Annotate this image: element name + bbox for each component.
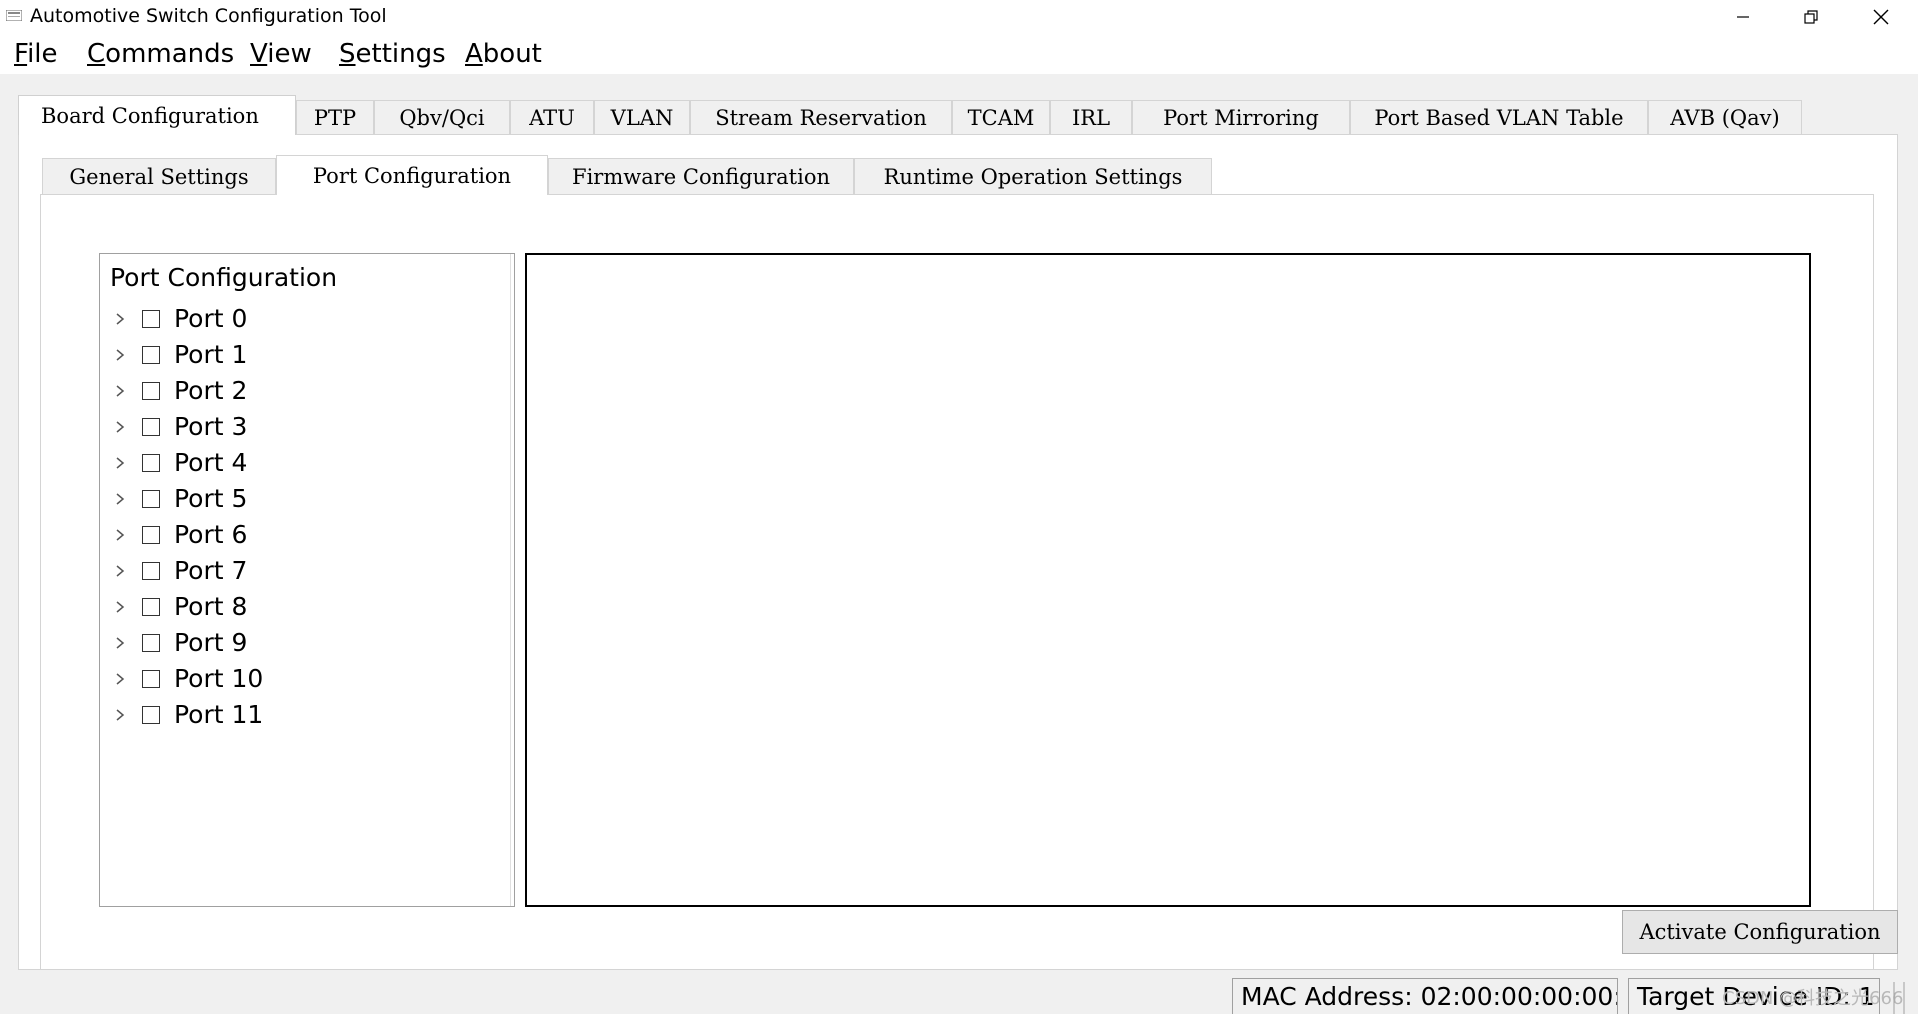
- tree-item-port-0[interactable]: Port 0: [110, 302, 247, 336]
- port-checkbox[interactable]: [142, 562, 160, 580]
- tree-item-port-6[interactable]: Port 6: [110, 518, 247, 552]
- port-label: Port 10: [174, 664, 264, 693]
- app-icon: [6, 10, 22, 21]
- tree-scrollbar-edge: [510, 254, 515, 906]
- tab-atu[interactable]: ATU: [510, 100, 594, 134]
- restore-button[interactable]: [1778, 0, 1844, 34]
- port-label: Port 6: [174, 520, 248, 549]
- tab-ptp[interactable]: PTP: [296, 100, 374, 134]
- tree-item-port-2[interactable]: Port 2: [110, 374, 247, 408]
- close-button[interactable]: [1848, 0, 1914, 34]
- tab-tcam[interactable]: TCAM: [952, 100, 1050, 134]
- port-checkbox[interactable]: [142, 454, 160, 472]
- tab-runtime-operation-settings[interactable]: Runtime Operation Settings: [854, 158, 1212, 194]
- close-icon: [1873, 9, 1889, 25]
- port-checkbox[interactable]: [142, 706, 160, 724]
- title-bar: Automotive Switch Configuration Tool: [0, 0, 1918, 34]
- menu-commands[interactable]: Commands: [87, 38, 234, 70]
- tab-vlan[interactable]: VLAN: [594, 100, 690, 134]
- tab-qbv-qci[interactable]: Qbv/Qci: [374, 100, 510, 134]
- port-checkbox[interactable]: [142, 526, 160, 544]
- tree-item-port-7[interactable]: Port 7: [110, 554, 247, 588]
- menu-settings[interactable]: Settings: [339, 38, 446, 70]
- mac-address-status: MAC Address: 02:00:00:00:00:01: [1232, 978, 1618, 1014]
- port-tree[interactable]: Port Configuration Port 0 Port 1 Port 2 Por…: [99, 253, 515, 907]
- port-label: Port 3: [174, 412, 248, 441]
- port-label: Port 1: [174, 340, 248, 369]
- port-label: Port 2: [174, 376, 248, 405]
- tab-port-configuration[interactable]: Port Configuration: [276, 155, 548, 195]
- tab-port-based-vlan-table[interactable]: Port Based VLAN Table: [1350, 100, 1648, 134]
- tab-firmware-configuration[interactable]: Firmware Configuration: [548, 158, 854, 194]
- chevron-right-icon[interactable]: [110, 381, 130, 401]
- tree-item-port-11[interactable]: Port 11: [110, 698, 263, 732]
- tab-port-mirroring[interactable]: Port Mirroring: [1132, 100, 1350, 134]
- minimize-icon: [1737, 16, 1749, 18]
- port-checkbox[interactable]: [142, 310, 160, 328]
- port-checkbox[interactable]: [142, 382, 160, 400]
- tree-item-port-9[interactable]: Port 9: [110, 626, 247, 660]
- port-detail-pane: [525, 253, 1811, 907]
- menu-bar: File Commands View Settings About: [0, 34, 1918, 74]
- chevron-right-icon[interactable]: [110, 453, 130, 473]
- tab-general-settings[interactable]: General Settings: [42, 158, 276, 194]
- port-checkbox[interactable]: [142, 670, 160, 688]
- chevron-right-icon[interactable]: [110, 633, 130, 653]
- chevron-right-icon[interactable]: [110, 705, 130, 725]
- tree-header: Port Configuration: [110, 263, 338, 292]
- minimize-button[interactable]: [1710, 0, 1776, 34]
- chevron-right-icon[interactable]: [110, 561, 130, 581]
- port-label: Port 5: [174, 484, 248, 513]
- port-checkbox[interactable]: [142, 418, 160, 436]
- chevron-right-icon[interactable]: [110, 417, 130, 437]
- watermark: CSDN @科技之光666: [1722, 988, 1904, 1009]
- port-label: Port 11: [174, 700, 264, 729]
- resize-grip-icon[interactable]: [1890, 980, 1914, 1014]
- chevron-right-icon[interactable]: [110, 345, 130, 365]
- port-checkbox[interactable]: [142, 634, 160, 652]
- window-title: Automotive Switch Configuration Tool: [30, 5, 387, 27]
- tab-irl[interactable]: IRL: [1050, 100, 1132, 134]
- tree-item-port-1[interactable]: Port 1: [110, 338, 247, 372]
- port-label: Port 0: [174, 304, 248, 333]
- tree-item-port-10[interactable]: Port 10: [110, 662, 263, 696]
- port-label: Port 7: [174, 556, 248, 585]
- restore-icon: [1804, 10, 1818, 24]
- port-label: Port 9: [174, 628, 248, 657]
- menu-about[interactable]: About: [465, 38, 542, 70]
- tree-item-port-5[interactable]: Port 5: [110, 482, 247, 516]
- menu-view[interactable]: View: [250, 38, 312, 70]
- tree-item-port-8[interactable]: Port 8: [110, 590, 247, 624]
- tab-stream-reservation[interactable]: Stream Reservation: [690, 100, 952, 134]
- chevron-right-icon[interactable]: [110, 597, 130, 617]
- tab-avb-qav[interactable]: AVB (Qav): [1648, 100, 1802, 134]
- chevron-right-icon[interactable]: [110, 489, 130, 509]
- activate-configuration-button[interactable]: Activate Configuration: [1622, 910, 1898, 954]
- chevron-right-icon[interactable]: [110, 525, 130, 545]
- chevron-right-icon[interactable]: [110, 309, 130, 329]
- port-label: Port 4: [174, 448, 248, 477]
- tree-item-port-4[interactable]: Port 4: [110, 446, 247, 480]
- tree-item-port-3[interactable]: Port 3: [110, 410, 247, 444]
- port-checkbox[interactable]: [142, 346, 160, 364]
- chevron-right-icon[interactable]: [110, 669, 130, 689]
- port-checkbox[interactable]: [142, 490, 160, 508]
- port-checkbox[interactable]: [142, 598, 160, 616]
- menu-file[interactable]: File: [14, 38, 58, 70]
- tab-board-configuration[interactable]: Board Configuration: [18, 95, 296, 135]
- port-label: Port 8: [174, 592, 248, 621]
